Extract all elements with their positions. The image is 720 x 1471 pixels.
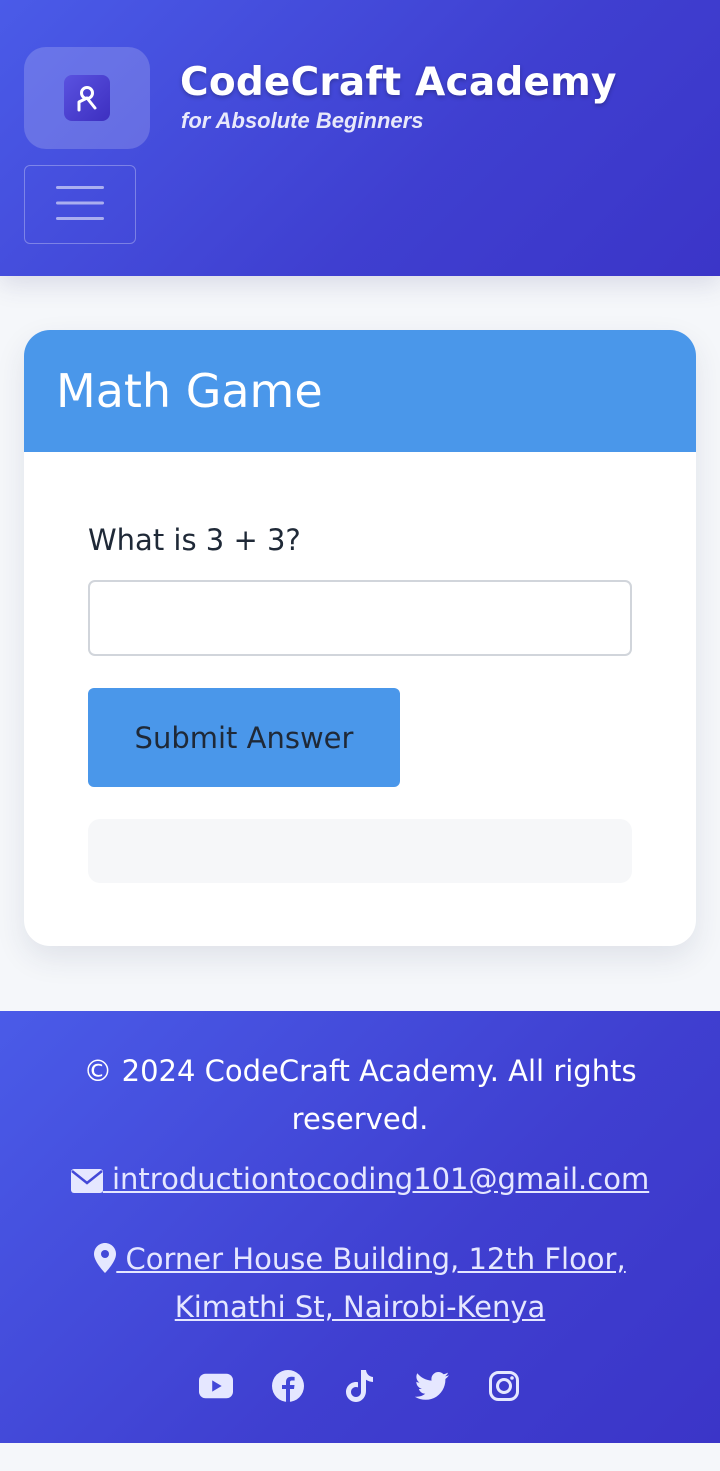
facebook-icon[interactable] [271,1369,305,1403]
brand-subtitle: for Absolute Beginners [181,108,424,133]
address-text: Corner House Building, 12th Floor, Kimat… [125,1242,626,1324]
copyright-text: © 2024 CodeCraft Academy. All rights res… [83,1054,637,1136]
result-message [88,819,632,883]
brand-title[interactable]: CodeCraft Academy [180,60,617,105]
page-title: Math Game [56,364,323,418]
twitter-icon[interactable] [415,1369,449,1403]
envelope-icon [70,1162,112,1196]
math-game-card: Math Game What is 3 + 3? Submit Answer [24,330,696,946]
answer-input[interactable] [88,580,632,656]
tiktok-icon[interactable] [343,1369,377,1403]
submit-answer-button[interactable]: Submit Answer [88,688,400,787]
page-bottom [0,1443,720,1471]
email-link[interactable]: introductiontocoding101@gmail.com [20,1155,700,1203]
instagram-icon[interactable] [487,1369,521,1403]
logo[interactable] [24,47,150,149]
site-footer: © 2024 CodeCraft Academy. All rights res… [0,1011,720,1443]
menu-toggle-button[interactable] [24,165,136,244]
youtube-icon[interactable] [199,1369,233,1403]
site-header: CodeCraft Academy for Absolute Beginners [0,0,720,276]
card-header: Math Game [24,330,696,452]
email-text: introductiontocoding101@gmail.com [111,1162,650,1196]
map-pin-icon [94,1242,125,1276]
social-links [0,1369,720,1403]
graduate-icon [64,75,110,121]
hamburger-menu-icon [55,183,105,226]
address-link[interactable]: Corner House Building, 12th Floor, Kimat… [20,1235,700,1331]
question-label: What is 3 + 3? [88,523,301,557]
